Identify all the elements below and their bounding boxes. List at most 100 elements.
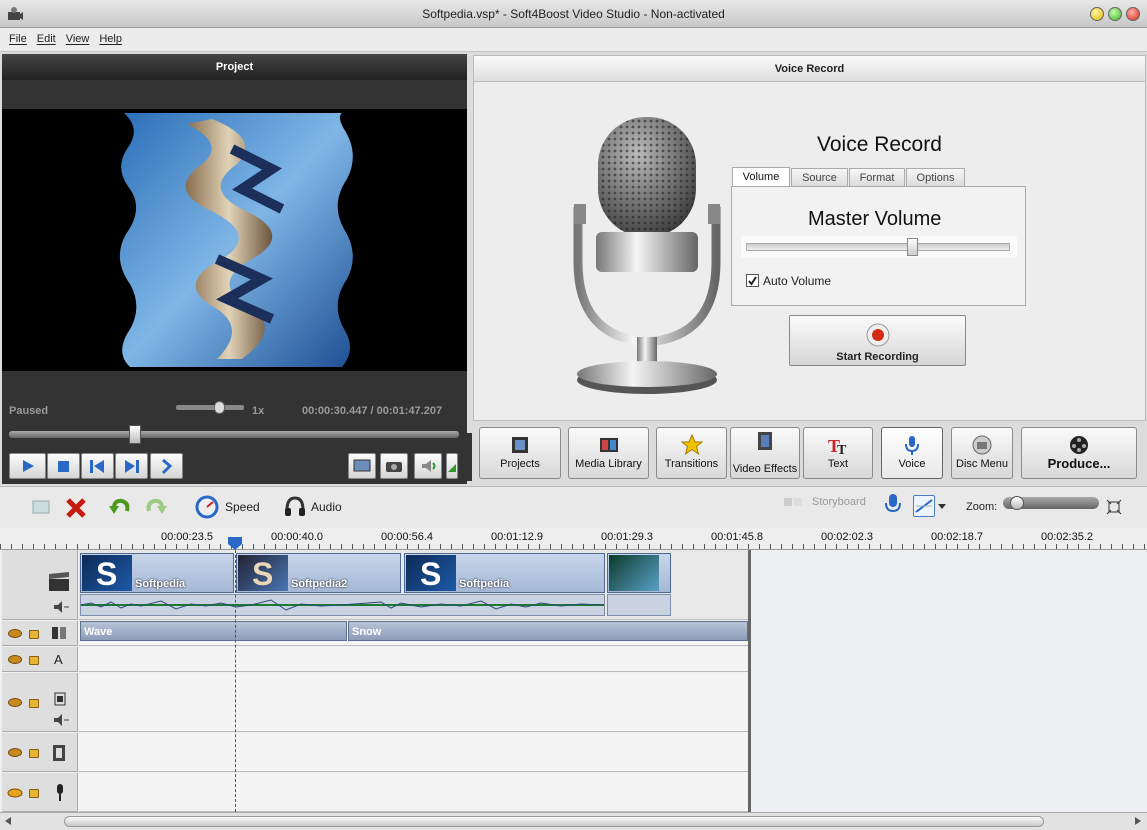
waveform-dropdown[interactable]: [913, 495, 935, 517]
stop-button[interactable]: [47, 453, 80, 479]
speed-slider[interactable]: [176, 401, 244, 414]
storyboard-label[interactable]: Storyboard: [812, 496, 866, 508]
close-button[interactable]: [1126, 7, 1140, 21]
master-volume-thumb[interactable]: [907, 238, 918, 256]
record-voice-icon[interactable]: [884, 493, 902, 517]
disc-menu-button[interactable]: Disc Menu: [951, 427, 1013, 479]
speaker-icon[interactable]: [52, 600, 70, 614]
scrollbar-thumb[interactable]: [64, 816, 1044, 827]
auto-volume-checkbox[interactable]: [746, 274, 759, 287]
fit-to-window-icon[interactable]: [1106, 499, 1122, 515]
video-preview[interactable]: [2, 109, 467, 371]
audio-waveform[interactable]: [607, 594, 671, 616]
voice-button[interactable]: Voice: [881, 427, 943, 479]
clip[interactable]: S Softpedia: [404, 553, 605, 593]
scroll-left-icon[interactable]: [4, 817, 12, 825]
minimize-button[interactable]: [1090, 7, 1104, 21]
voice-track[interactable]: [79, 773, 748, 812]
clip-name: Softpedia2: [291, 578, 348, 590]
tab-format[interactable]: Format: [849, 168, 905, 187]
overlay-track[interactable]: [79, 673, 748, 732]
timeline-ruler[interactable]: 00:00:23.5 00:00:40.0 00:00:56.4 00:01:1…: [0, 528, 1147, 550]
chevron-down-icon[interactable]: [938, 504, 946, 510]
volume-level[interactable]: [446, 453, 458, 479]
previous-button[interactable]: [81, 453, 114, 479]
menu-help[interactable]: Help: [94, 28, 127, 45]
snapshot-button[interactable]: [380, 453, 408, 479]
produce-button[interactable]: Produce...: [1021, 427, 1137, 479]
zoom-slider-thumb[interactable]: [1010, 496, 1024, 510]
fullscreen-button[interactable]: [348, 453, 376, 479]
master-volume-track: [746, 243, 1010, 251]
clip[interactable]: S Softpedia: [80, 553, 234, 593]
storyboard-icon[interactable]: [783, 495, 809, 509]
play-button[interactable]: [9, 453, 46, 479]
lock-icon[interactable]: [29, 699, 39, 708]
video-track[interactable]: S Softpedia S Softpedia2 S Softpedia: [79, 550, 748, 620]
speed-icon[interactable]: [194, 494, 220, 520]
timeline-scrollbar[interactable]: [0, 812, 1147, 830]
playhead-marker[interactable]: [228, 537, 242, 550]
start-recording-button[interactable]: Start Recording: [789, 315, 966, 366]
scroll-right-icon[interactable]: [1134, 817, 1142, 825]
projects-button[interactable]: Projects: [479, 427, 561, 479]
redo-icon[interactable]: [144, 496, 168, 520]
headphones-icon[interactable]: [283, 495, 307, 519]
video-effects-button[interactable]: Video Effects: [730, 427, 800, 479]
effects-track[interactable]: [79, 733, 748, 772]
text-button[interactable]: TT Text: [803, 427, 873, 479]
media-library-button[interactable]: Media Library: [568, 427, 649, 479]
split-icon[interactable]: [30, 496, 52, 518]
transitions-track[interactable]: Wave Snow: [79, 621, 748, 646]
seek-bar[interactable]: [9, 425, 459, 444]
lips-icon[interactable]: [7, 787, 23, 799]
audio-waveform[interactable]: [80, 594, 605, 616]
transition-clip[interactable]: Wave: [80, 621, 347, 641]
clip[interactable]: [607, 553, 671, 593]
frame-forward-button[interactable]: [150, 453, 183, 479]
transition-clip[interactable]: Snow: [348, 621, 748, 641]
lock-icon[interactable]: [29, 656, 39, 665]
volume-button[interactable]: [414, 453, 442, 479]
menu-view[interactable]: View: [61, 28, 95, 45]
speed-label[interactable]: Speed: [225, 500, 260, 514]
tab-volume[interactable]: Volume: [732, 167, 790, 188]
next-button[interactable]: [115, 453, 148, 479]
text-track[interactable]: [79, 647, 748, 672]
master-volume-slider[interactable]: [741, 236, 1017, 258]
menu-file[interactable]: File: [4, 28, 32, 45]
play-icon: [23, 460, 34, 472]
zoom-slider[interactable]: [1003, 496, 1099, 510]
window-title: Softpedia.vsp* - Soft4Boost Video Studio…: [422, 7, 725, 21]
microphone-icon: [905, 436, 919, 455]
lock-icon[interactable]: [29, 789, 39, 798]
resize-handle[interactable]: [467, 433, 472, 481]
audio-label[interactable]: Audio: [311, 500, 342, 514]
lock-icon[interactable]: [29, 630, 39, 639]
lock-icon[interactable]: [29, 749, 39, 758]
clapper-icon: [49, 572, 69, 591]
tab-source[interactable]: Source: [791, 168, 848, 187]
tab-options[interactable]: Options: [906, 168, 965, 187]
clip-name: Softpedia: [135, 578, 186, 590]
speed-value: 1x: [252, 405, 265, 417]
voice-record-header: Voice Record: [474, 56, 1145, 82]
clip[interactable]: S Softpedia2: [236, 553, 401, 593]
seek-thumb[interactable]: [129, 425, 141, 444]
eye-icon[interactable]: [8, 698, 22, 707]
disc-menu-icon: [972, 435, 992, 455]
eye-icon[interactable]: [8, 748, 22, 757]
effects-track-header: [2, 733, 78, 772]
transitions-button[interactable]: Transitions: [656, 427, 727, 479]
star-icon: [680, 434, 703, 456]
speaker-icon[interactable]: [52, 713, 70, 727]
maximize-button[interactable]: [1108, 7, 1122, 21]
speed-slider-thumb[interactable]: [214, 401, 225, 414]
delete-icon[interactable]: [64, 496, 88, 520]
menu-edit[interactable]: Edit: [32, 28, 61, 45]
eye-icon[interactable]: [8, 629, 22, 638]
eye-icon[interactable]: [8, 655, 22, 664]
ruler-ticks: [0, 544, 1147, 549]
undo-icon[interactable]: [108, 496, 132, 520]
skip-forward-icon: [125, 460, 139, 473]
